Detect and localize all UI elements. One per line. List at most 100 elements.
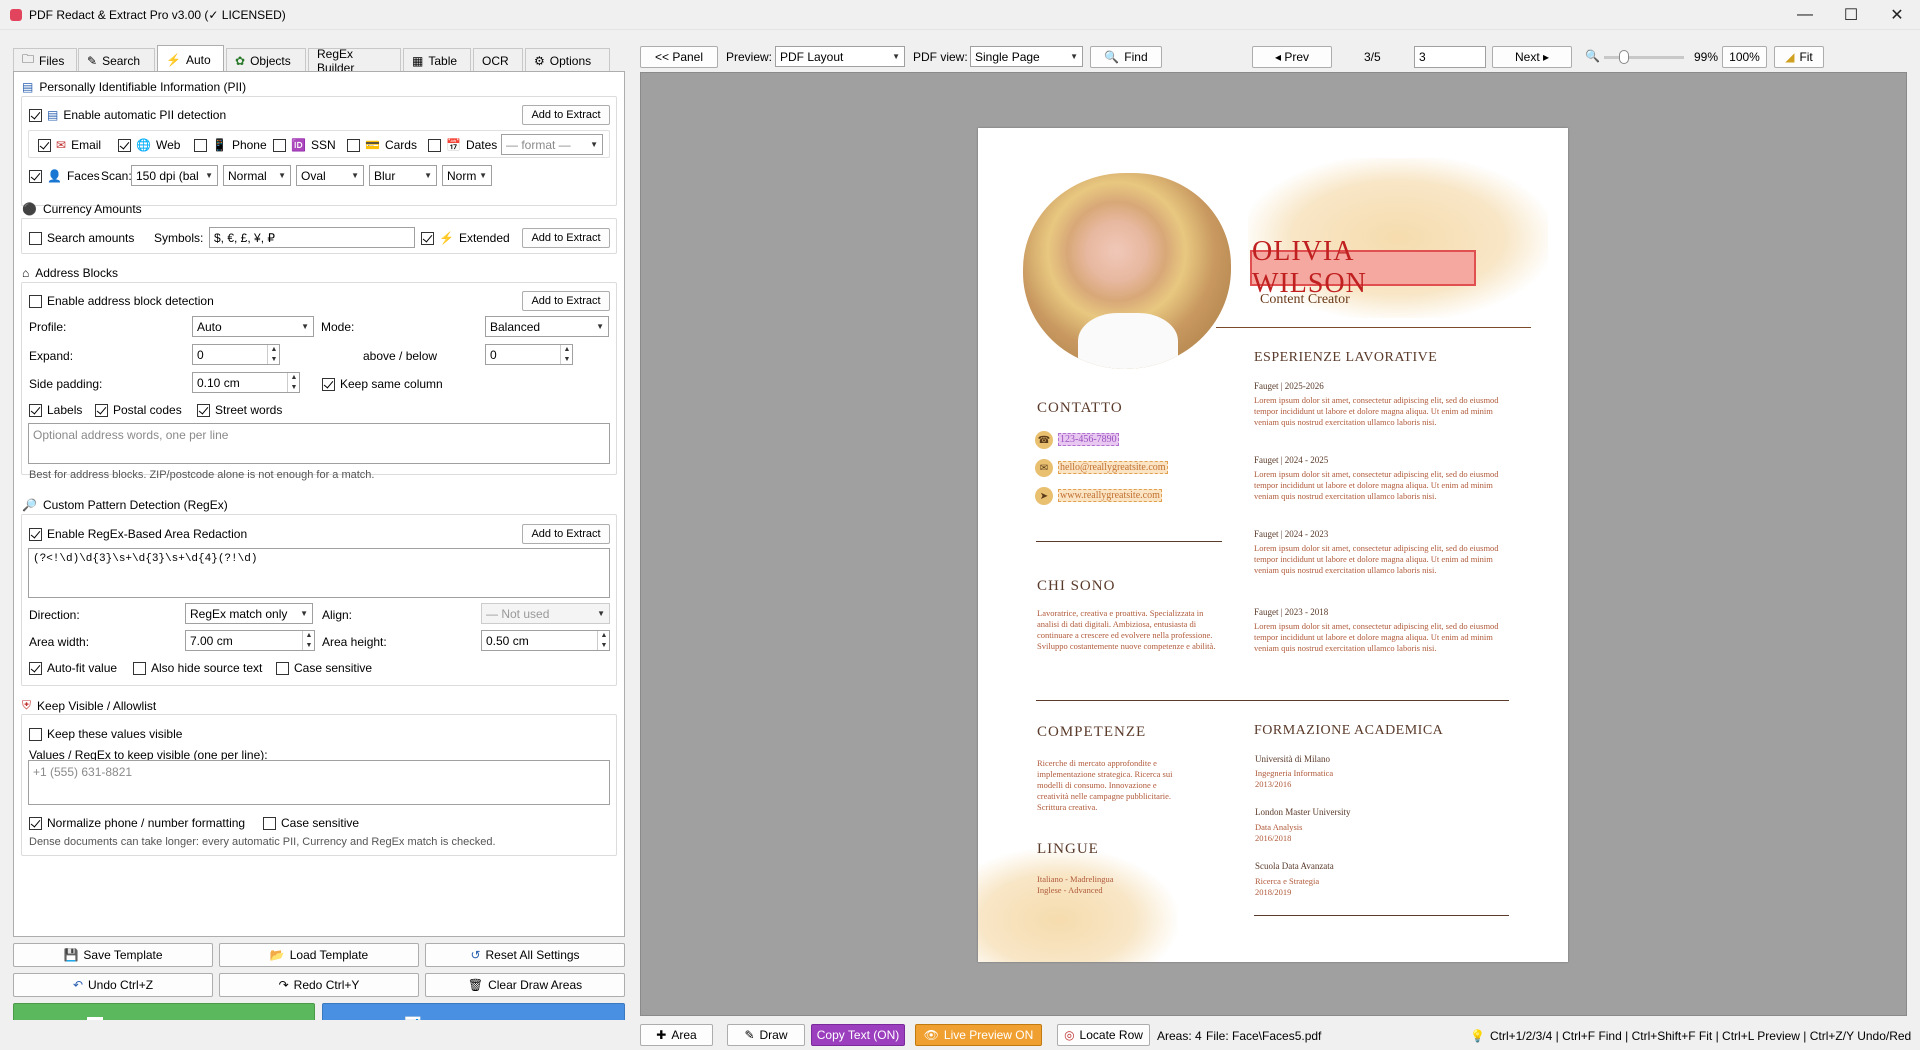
panel-toggle-button[interactable]: << Panel: [640, 46, 718, 68]
auto-fit-checkbox[interactable]: Auto-fit value: [29, 661, 117, 675]
contact-phone[interactable]: 123-456-7890: [1058, 433, 1119, 446]
currency-add-to-extract-button[interactable]: Add to Extract: [522, 228, 610, 248]
find-button[interactable]: 🔍 Find: [1090, 46, 1162, 68]
pencil-icon: ✎: [744, 1028, 755, 1042]
undo-button[interactable]: ↶ Undo Ctrl+Z: [13, 973, 213, 997]
name-heading[interactable]: OLIVIA WILSON: [1250, 236, 1476, 299]
area-width-input[interactable]: 7.00 cm: [185, 630, 315, 651]
keep-values-textarea[interactable]: +1 (555) 631-8821: [28, 760, 610, 805]
extended-checkbox[interactable]: ⚡ Extended: [421, 231, 510, 245]
face-effect-select[interactable]: Blur ▼: [369, 165, 437, 186]
zoom-100-button[interactable]: 100%: [1722, 46, 1767, 68]
area-height-input[interactable]: 0.50 cm: [481, 630, 610, 651]
keep-visible-checkbox[interactable]: Keep these values visible: [29, 727, 182, 741]
profile-select[interactable]: Auto ▼: [192, 316, 314, 337]
page-number-input[interactable]: 3: [1414, 46, 1486, 68]
area-height-stepper[interactable]: ▲ ▼: [597, 631, 610, 650]
labels-checkbox[interactable]: Labels: [29, 403, 82, 417]
phone-checkbox[interactable]: 📱 Phone: [194, 138, 267, 152]
face-norm-select[interactable]: Norm ▼: [442, 165, 492, 186]
save-template-button[interactable]: 💾 Save Template: [13, 943, 213, 967]
dates-checkbox[interactable]: 📅 Dates: [428, 138, 497, 152]
locate-row-button[interactable]: ◎ Locate Row: [1057, 1024, 1150, 1046]
regex-add-to-extract-button[interactable]: Add to Extract: [522, 524, 610, 544]
copy-text-toggle[interactable]: Copy Text (ON): [811, 1024, 905, 1046]
email-checkbox[interactable]: ✉ Email: [38, 138, 101, 152]
faces-checkbox[interactable]: 👤 Faces: [29, 169, 100, 183]
above-below-label: above / below: [363, 349, 438, 363]
side-padding-input[interactable]: 0.10 cm: [192, 372, 300, 393]
close-button[interactable]: ✕: [1874, 0, 1920, 30]
direction-select[interactable]: RegEx match only ▼: [185, 603, 313, 624]
ssn-checkbox[interactable]: 🆔 SSN: [273, 138, 336, 152]
address-add-to-extract-button[interactable]: Add to Extract: [522, 291, 610, 311]
chevron-down-icon: ▼: [892, 52, 900, 61]
search-amounts-checkbox[interactable]: Search amounts: [29, 231, 134, 245]
hide-source-text-checkbox[interactable]: Also hide source text: [133, 661, 262, 675]
date-format-select[interactable]: — format — ▼: [501, 134, 603, 155]
align-select[interactable]: — Not used ▼: [481, 603, 610, 624]
undo-icon: ↶: [72, 978, 84, 992]
mode-select[interactable]: Balanced ▼: [485, 316, 609, 337]
pdf-view-select[interactable]: Single Page ▼: [970, 46, 1083, 67]
address-enable-checkbox[interactable]: Enable address block detection: [29, 294, 214, 308]
next-page-button[interactable]: Next ▸: [1492, 46, 1572, 68]
clear-draw-areas-button[interactable]: 🗑 Clear Draw Areas: [425, 973, 625, 997]
preview-select[interactable]: PDF Layout ▼: [775, 46, 905, 67]
tab-options[interactable]: ⚙ Options: [525, 48, 610, 72]
tab-files[interactable]: 🗀 Files: [13, 48, 77, 72]
tab-table[interactable]: ▦ Table: [403, 48, 471, 72]
page-count: 3/5: [1364, 50, 1381, 64]
job-title: Fauget | 2023 - 2018: [1254, 607, 1329, 617]
street-words-checkbox[interactable]: Street words: [197, 403, 282, 417]
gear-icon: ⚙: [534, 53, 545, 68]
above-below-stepper[interactable]: ▲ ▼: [560, 345, 573, 364]
tab-auto[interactable]: ⚡ Auto: [157, 45, 224, 73]
folder-icon: 🗀: [22, 52, 35, 66]
symbols-input[interactable]: $, €, £, ¥, ₽: [209, 227, 415, 248]
draw-tool-button[interactable]: ✎ Draw: [727, 1024, 805, 1046]
pdf-page[interactable]: OLIVIA WILSON Content Creator CONTATTO ☎…: [978, 128, 1568, 962]
pii-add-to-extract-button[interactable]: Add to Extract: [522, 105, 610, 125]
postal-codes-checkbox[interactable]: Postal codes: [95, 403, 182, 417]
area-width-label: Area width:: [29, 635, 90, 649]
regex-enable-checkbox[interactable]: Enable RegEx-Based Area Redaction: [29, 527, 247, 541]
contact-website[interactable]: www.reallygreatsite.com: [1058, 489, 1162, 502]
normalize-checkbox[interactable]: Normalize phone / number formatting: [29, 816, 245, 830]
live-preview-toggle[interactable]: 👁 Live Preview ON: [915, 1024, 1042, 1046]
tab-ocr[interactable]: OCR: [473, 48, 523, 72]
expand-stepper[interactable]: ▲ ▼: [267, 345, 280, 364]
contact-email[interactable]: hello@reallygreatsite.com: [1058, 461, 1168, 474]
regex-case-sensitive-checkbox[interactable]: Case sensitive: [276, 661, 372, 675]
email-icon: ✉: [56, 138, 67, 152]
redo-button[interactable]: ↷ Redo Ctrl+Y: [219, 973, 419, 997]
tab-objects[interactable]: ✿ Objects: [226, 48, 306, 72]
load-template-button[interactable]: 📂 Load Template: [219, 943, 419, 967]
fit-button[interactable]: ◢ Fit: [1774, 46, 1824, 68]
side-padding-stepper[interactable]: ▲ ▼: [287, 373, 300, 392]
maximize-button[interactable]: ☐: [1828, 0, 1874, 30]
tab-regex-builder[interactable]: RegEx Builder: [308, 47, 401, 75]
app-icon: [10, 9, 22, 21]
zoom-slider-handle[interactable]: [1619, 50, 1629, 64]
scan-dpi-select[interactable]: 150 dpi (bal ▼: [131, 165, 218, 186]
zoom-slider[interactable]: [1604, 56, 1684, 59]
window-title: PDF Redact & Extract Pro v3.00 (✓ LICENS…: [29, 8, 286, 22]
minimize-button[interactable]: —: [1782, 0, 1828, 30]
address-words-textarea[interactable]: Optional address words, one per line: [28, 423, 610, 464]
area-width-stepper[interactable]: ▲ ▼: [302, 631, 315, 650]
prev-page-button[interactable]: ◂ Prev: [1252, 46, 1332, 68]
area-tool-button[interactable]: ✚ Area: [640, 1024, 713, 1046]
cards-checkbox[interactable]: 💳 Cards: [347, 138, 417, 152]
web-checkbox[interactable]: 🌐 Web: [118, 138, 180, 152]
face-shape-select[interactable]: Oval ▼: [296, 165, 364, 186]
tab-search[interactable]: ✎ Search: [78, 48, 155, 72]
face-mode-select[interactable]: Normal ▼: [223, 165, 291, 186]
pii-enable-checkbox[interactable]: ▤ Enable automatic PII detection: [29, 108, 226, 122]
address-section-title: ⌂ Address Blocks: [22, 266, 118, 280]
reset-settings-button[interactable]: ↺ Reset All Settings: [425, 943, 625, 967]
keep-case-sensitive-checkbox[interactable]: Case sensitive: [263, 816, 359, 830]
regex-pattern-textarea[interactable]: (?<!\d)\d{3}\s+\d{3}\s+\d{4}(?!\d): [28, 548, 610, 598]
skills-text: Ricerche di mercato approfondite e imple…: [1037, 758, 1173, 812]
keep-same-column-checkbox[interactable]: Keep same column: [322, 377, 443, 391]
